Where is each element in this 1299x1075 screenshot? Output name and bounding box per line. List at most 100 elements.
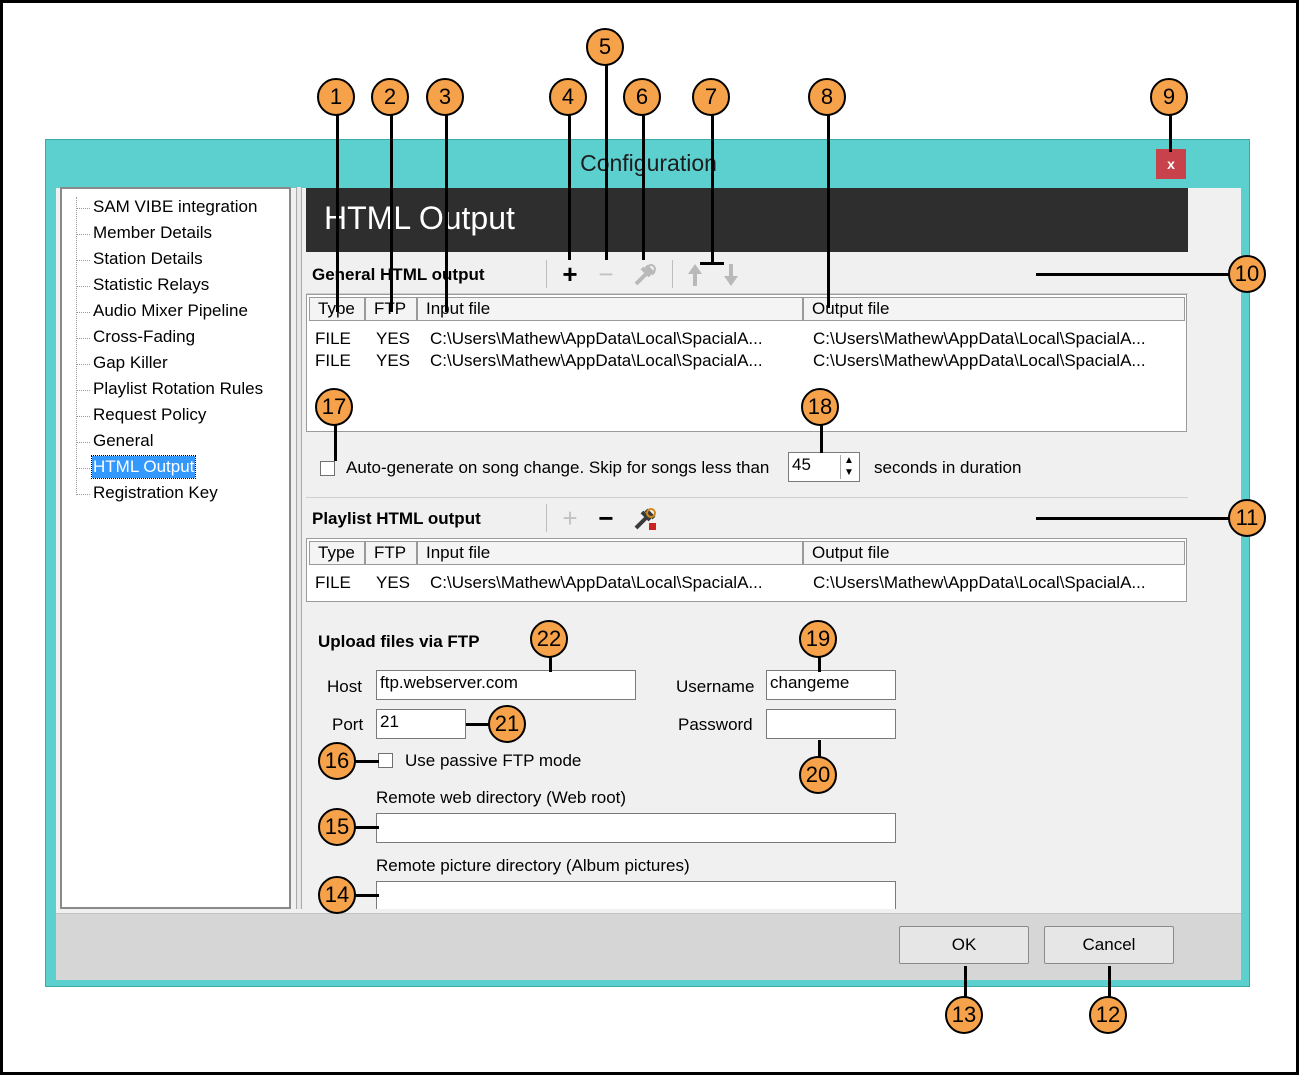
arrow-up-icon <box>688 264 702 286</box>
callout-leader <box>390 112 393 312</box>
tree-connector <box>76 416 90 417</box>
callout-7: 7 <box>692 78 730 116</box>
table-cell: FILE <box>315 329 351 348</box>
column-header-type[interactable]: Type <box>309 541 365 565</box>
add-general-button[interactable]: + <box>558 261 582 287</box>
general-output-list[interactable]: Type FTP Input file Output file FILE YES… <box>306 294 1187 432</box>
callout-leader <box>711 112 714 262</box>
table-cell: FILE <box>315 351 351 370</box>
table-cell: C:\Users\Mathew\AppData\Local\SpacialA..… <box>430 573 763 592</box>
ok-button[interactable]: OK <box>899 926 1029 964</box>
callout-20: 20 <box>799 756 837 794</box>
tree-item-general[interactable]: General <box>92 430 154 452</box>
remove-general-button[interactable]: − <box>594 261 618 287</box>
column-header-output[interactable]: Output file <box>803 297 1185 321</box>
toolbar-separator <box>546 260 547 288</box>
callout-leader <box>355 826 379 829</box>
callout-13: 13 <box>945 996 983 1034</box>
callout-leader <box>336 112 339 312</box>
table-cell: FILE <box>315 573 351 592</box>
callout-leader <box>1169 112 1172 152</box>
host-value: ftp.webserver.com <box>380 673 518 692</box>
callout-leader <box>964 966 967 998</box>
column-header-input[interactable]: Input file <box>417 541 803 565</box>
host-input[interactable]: ftp.webserver.com <box>376 670 636 700</box>
seconds-spinner[interactable]: 45 ▲ ▼ <box>788 452 860 482</box>
playlist-output-list[interactable]: Type FTP Input file Output file FILE YES… <box>306 538 1187 602</box>
tree-item-cross-fading[interactable]: Cross-Fading <box>92 326 196 348</box>
tree-connector <box>76 286 90 287</box>
callout-leader <box>642 112 645 260</box>
callout-21: 21 <box>488 705 526 743</box>
tree-item-registration-key[interactable]: Registration Key <box>92 482 219 504</box>
callout-leader <box>700 262 724 265</box>
tree-item-gap-killer[interactable]: Gap Killer <box>92 352 169 374</box>
autogenerate-checkbox[interactable] <box>320 461 335 476</box>
table-cell: C:\Users\Mathew\AppData\Local\SpacialA..… <box>813 351 1146 370</box>
remove-playlist-button[interactable]: − <box>594 505 618 531</box>
callout-leader <box>1036 517 1230 520</box>
tree-item-playlist-rotation[interactable]: Playlist Rotation Rules <box>92 378 264 400</box>
callout-leader <box>549 656 552 672</box>
autogenerate-label: Auto-generate on song change. Skip for s… <box>346 458 770 477</box>
column-header-ftp[interactable]: FTP <box>365 541 417 565</box>
tree-item-statistic-relays[interactable]: Statistic Relays <box>92 274 210 296</box>
callout-leader <box>334 425 337 461</box>
callout-leader <box>355 760 379 763</box>
tree-connector <box>76 494 90 495</box>
passive-ftp-checkbox[interactable] <box>378 753 393 768</box>
spinner-arrows-icon[interactable]: ▲ ▼ <box>840 455 857 479</box>
cancel-button[interactable]: Cancel <box>1044 926 1174 964</box>
move-down-button[interactable] <box>722 262 740 288</box>
close-button[interactable]: x <box>1156 149 1186 179</box>
callout-12: 12 <box>1089 996 1127 1034</box>
add-playlist-button[interactable]: + <box>558 505 582 531</box>
table-cell: YES <box>376 573 411 592</box>
callout-9: 9 <box>1150 78 1188 116</box>
tree-item-html-output[interactable]: HTML Output <box>90 455 197 479</box>
password-input[interactable] <box>766 709 896 739</box>
pane-splitter[interactable] <box>296 187 302 909</box>
edit-general-button[interactable] <box>632 262 658 288</box>
callout-11: 11 <box>1228 499 1266 537</box>
column-header-input[interactable]: Input file <box>417 297 803 321</box>
callout-17: 17 <box>315 388 353 426</box>
tree-item-member-details[interactable]: Member Details <box>92 222 213 244</box>
callout-leader <box>605 60 608 260</box>
table-cell: C:\Users\Mathew\AppData\Local\SpacialA..… <box>813 573 1146 592</box>
move-up-button[interactable] <box>686 262 704 288</box>
table-cell: C:\Users\Mathew\AppData\Local\SpacialA..… <box>430 329 763 348</box>
page-header: HTML Output <box>306 188 1188 252</box>
callout-leader <box>466 723 490 726</box>
pictures-input[interactable] <box>376 881 896 909</box>
webroot-input[interactable] <box>376 813 896 843</box>
settings-tree: SAM VIBE integration Member Details Stat… <box>60 187 291 909</box>
webroot-label: Remote web directory (Web root) <box>376 788 627 807</box>
tree-item-audio-mixer[interactable]: Audio Mixer Pipeline <box>92 300 249 322</box>
tree-item-station-details[interactable]: Station Details <box>92 248 204 270</box>
passive-ftp-label: Use passive FTP mode <box>405 751 582 770</box>
tree-connector <box>76 208 90 209</box>
callout-16: 16 <box>318 742 356 780</box>
username-input[interactable]: changeme <box>766 670 896 700</box>
callout-4: 4 <box>549 78 587 116</box>
table-cell: YES <box>376 329 411 348</box>
callout-10: 10 <box>1228 255 1266 293</box>
tree-connector <box>76 312 90 313</box>
callout-22: 22 <box>530 620 568 658</box>
seconds-suffix-label: seconds in duration <box>874 458 1022 477</box>
host-label: Host <box>327 677 362 696</box>
tree-item-request-policy[interactable]: Request Policy <box>92 404 207 426</box>
callout-leader <box>1036 273 1230 276</box>
section-divider <box>306 497 1188 498</box>
port-input[interactable]: 21 <box>376 709 466 739</box>
ftp-section-title: Upload files via FTP <box>318 632 480 651</box>
column-header-output[interactable]: Output file <box>803 541 1185 565</box>
tree-item-sam-vibe[interactable]: SAM VIBE integration <box>92 196 258 218</box>
port-value: 21 <box>380 712 399 731</box>
password-label: Password <box>678 715 753 734</box>
table-cell: C:\Users\Mathew\AppData\Local\SpacialA..… <box>430 351 763 370</box>
callout-5: 5 <box>586 28 624 66</box>
window-title: Configuration <box>580 150 717 176</box>
edit-playlist-button[interactable] <box>632 506 658 532</box>
